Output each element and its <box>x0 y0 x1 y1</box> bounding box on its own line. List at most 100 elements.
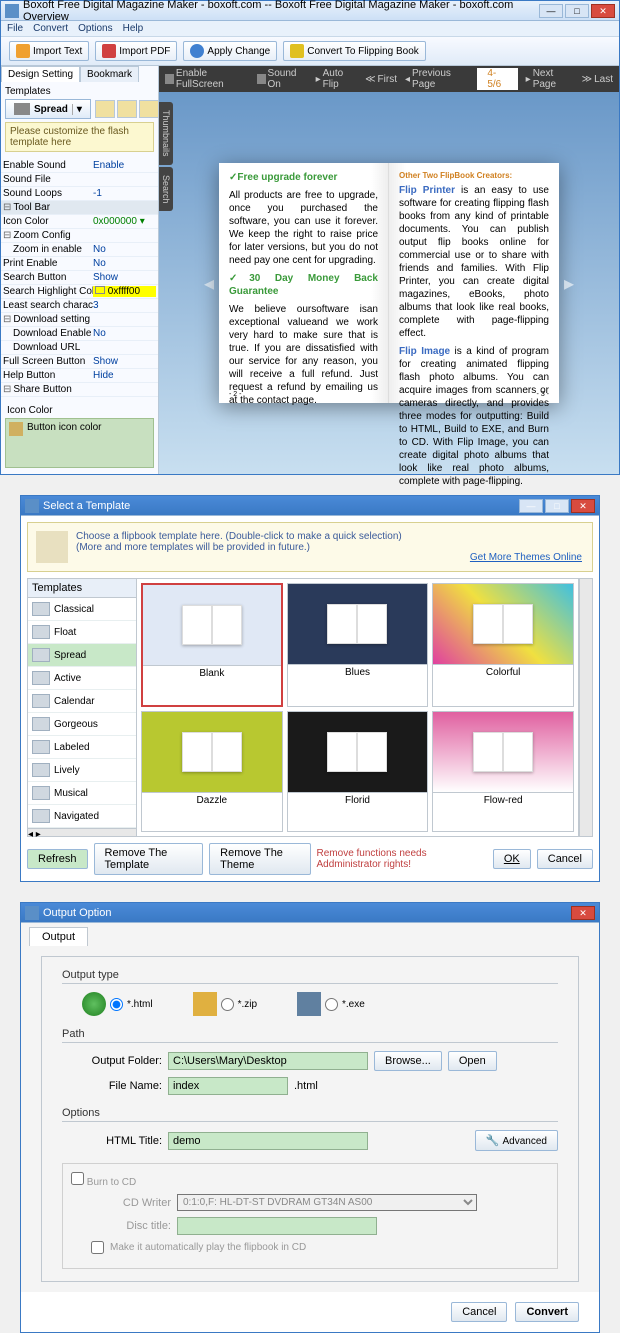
cancel-button[interactable]: Cancel <box>537 849 593 869</box>
advanced-button[interactable]: 🔧 Advanced <box>475 1130 558 1151</box>
prev-button[interactable]: ◂Previous Page <box>405 68 469 90</box>
maximize-button[interactable]: □ <box>545 499 569 513</box>
output-folder-input[interactable] <box>168 1052 368 1070</box>
next-page-arrow[interactable]: ▸ <box>559 263 579 303</box>
autoflip-button[interactable]: ▸Auto Flip <box>316 68 358 90</box>
category-item[interactable]: Float <box>28 621 136 644</box>
minimize-button[interactable]: — <box>539 4 563 18</box>
template-thumb[interactable]: Dazzle <box>141 711 283 833</box>
property-row[interactable]: Least search characters3 <box>1 299 158 313</box>
fullscreen-button[interactable]: Enable FullScreen <box>165 68 249 90</box>
menu-convert[interactable]: Convert <box>33 23 68 34</box>
filename-input[interactable] <box>168 1077 288 1095</box>
horizontal-scrollbar[interactable]: ◂ ▸ <box>28 828 136 836</box>
titlebar[interactable]: Select a Template — □ ✕ <box>21 496 599 516</box>
last-button[interactable]: ≫Last <box>582 74 613 85</box>
menu-options[interactable]: Options <box>78 23 112 34</box>
refresh-button[interactable]: Refresh <box>27 849 88 869</box>
output-tab[interactable]: Output <box>29 927 88 946</box>
property-row[interactable]: Search Highlight Color 0xffff00 <box>1 285 158 299</box>
open-button[interactable]: Open <box>448 1051 497 1071</box>
import-text-icon <box>16 44 30 58</box>
property-row[interactable]: Download URL <box>1 341 158 355</box>
html-title-input[interactable] <box>168 1132 368 1150</box>
category-item[interactable]: Labeled <box>28 736 136 759</box>
main-window: Boxoft Free Digital Magazine Maker - box… <box>0 0 620 475</box>
template-thumb[interactable]: Blues <box>287 583 429 707</box>
category-item[interactable]: Lively <box>28 759 136 782</box>
close-button[interactable]: ✕ <box>591 4 615 18</box>
template-action-1[interactable] <box>95 100 115 118</box>
menu-file[interactable]: File <box>7 23 23 34</box>
sound-button[interactable]: Sound On <box>257 68 308 90</box>
window-title: Output Option <box>43 907 571 919</box>
template-thumb[interactable]: Colorful <box>432 583 574 707</box>
template-thumb[interactable]: Flow-red <box>432 711 574 833</box>
template-action-3[interactable] <box>139 100 159 118</box>
ok-button[interactable]: OK <box>493 849 531 869</box>
property-row[interactable]: Zoom Config <box>1 229 158 243</box>
property-row[interactable]: Sound File <box>1 173 158 187</box>
import-pdf-button[interactable]: Import PDF <box>95 41 177 61</box>
exe-radio[interactable] <box>325 998 338 1011</box>
output-folder-label: Output Folder: <box>82 1055 162 1067</box>
property-row[interactable]: Sound Loops-1 <box>1 187 158 201</box>
cancel-button[interactable]: Cancel <box>451 1302 507 1322</box>
menubar: File Convert Options Help <box>1 21 619 37</box>
import-text-button[interactable]: Import Text <box>9 41 89 61</box>
page-indicator[interactable]: 4-5/6 <box>477 68 517 90</box>
template-thumb[interactable]: Blank <box>141 583 283 707</box>
menu-help[interactable]: Help <box>123 23 144 34</box>
category-item[interactable]: Navigated <box>28 805 136 828</box>
property-row[interactable]: Download setting <box>1 313 158 327</box>
titlebar[interactable]: Boxoft Free Digital Magazine Maker - box… <box>1 1 619 21</box>
tab-design[interactable]: Design Setting <box>1 66 80 82</box>
maximize-button[interactable]: □ <box>565 4 589 18</box>
remove-template-button[interactable]: Remove The Template <box>94 843 204 875</box>
category-item[interactable]: Spread <box>28 644 136 667</box>
convert-button[interactable]: Convert To Flipping Book <box>283 41 426 61</box>
template-thumb[interactable]: Florid <box>287 711 429 833</box>
template-action-2[interactable] <box>117 100 137 118</box>
prev-page-arrow[interactable]: ◂ <box>199 263 219 303</box>
property-row[interactable]: Full Screen ButtonShow <box>1 355 158 369</box>
tab-bookmark[interactable]: Bookmark <box>80 66 139 82</box>
property-row[interactable]: Zoom in enableNo <box>1 243 158 257</box>
close-button[interactable]: ✕ <box>571 906 595 920</box>
close-button[interactable]: ✕ <box>571 499 595 513</box>
type-html[interactable]: *.html <box>82 992 153 1016</box>
convert-button[interactable]: Convert <box>515 1302 579 1322</box>
titlebar[interactable]: Output Option ✕ <box>21 903 599 923</box>
book-viewer: Enable FullScreen Sound On ▸Auto Flip ≪F… <box>159 66 619 474</box>
minimize-button[interactable]: — <box>519 499 543 513</box>
category-item[interactable]: Calendar <box>28 690 136 713</box>
html-radio[interactable] <box>110 998 123 1011</box>
property-row[interactable]: Search ButtonShow <box>1 271 158 285</box>
property-row[interactable]: Enable SoundEnable <box>1 159 158 173</box>
category-item[interactable]: Active <box>28 667 136 690</box>
property-row[interactable]: Icon Color0x000000 ▾ <box>1 215 158 229</box>
search-tab[interactable]: Search <box>159 167 173 212</box>
next-button[interactable]: ▸Next Page <box>526 68 574 90</box>
first-button[interactable]: ≪First <box>365 74 397 85</box>
more-themes-link[interactable]: Get More Themes Online <box>470 552 582 563</box>
property-row[interactable]: Download EnableNo <box>1 327 158 341</box>
thumbnails-tab[interactable]: Thumbnails <box>159 102 173 165</box>
category-item[interactable]: Classical <box>28 598 136 621</box>
property-row[interactable]: Print EnableNo <box>1 257 158 271</box>
remove-theme-button[interactable]: Remove The Theme <box>209 843 310 875</box>
type-exe[interactable]: *.exe <box>297 992 365 1016</box>
property-row[interactable]: Share Button <box>1 383 158 397</box>
template-dropdown[interactable]: Spread ▾ <box>5 99 91 119</box>
vertical-scrollbar[interactable] <box>579 578 593 837</box>
browse-button[interactable]: Browse... <box>374 1051 442 1071</box>
property-row[interactable]: Help ButtonHide <box>1 369 158 383</box>
book-spread: ✓Free upgrade forever All products are f… <box>219 163 559 403</box>
apply-change-button[interactable]: Apply Change <box>183 41 277 61</box>
type-zip[interactable]: *.zip <box>193 992 257 1016</box>
category-item[interactable]: Musical <box>28 782 136 805</box>
toolbar-header[interactable]: Tool Bar <box>1 201 158 215</box>
zip-radio[interactable] <box>221 998 234 1011</box>
category-item[interactable]: Gorgeous <box>28 713 136 736</box>
burn-cd-checkbox[interactable] <box>71 1172 84 1185</box>
